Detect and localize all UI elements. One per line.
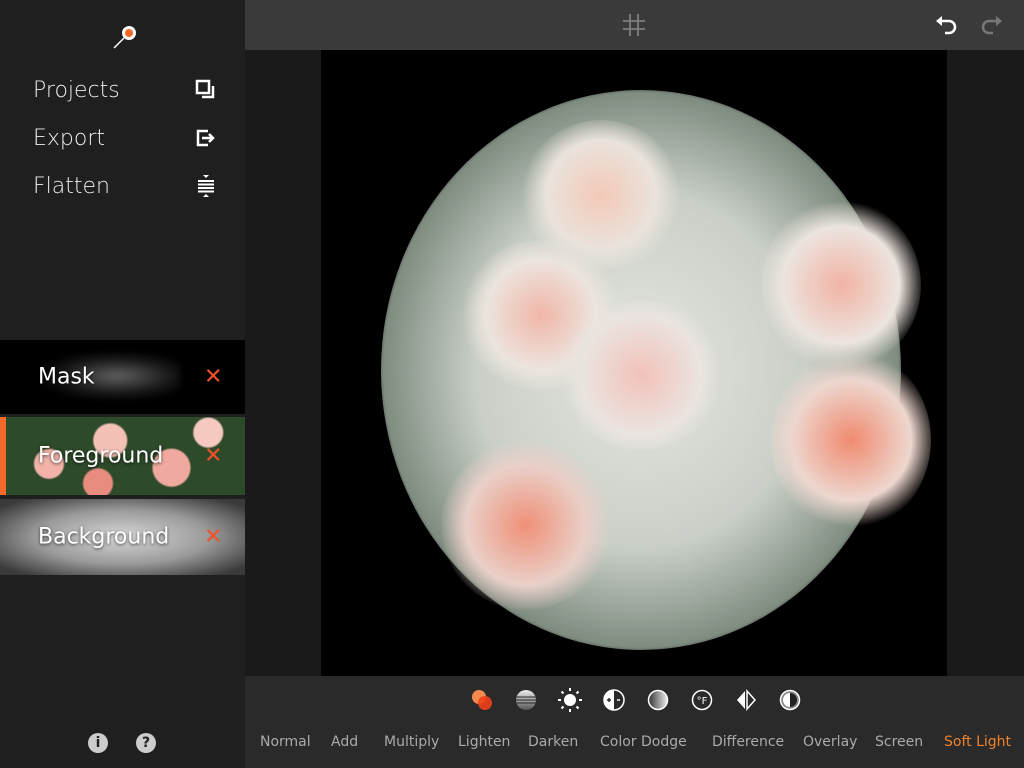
blend-icon[interactable]	[470, 688, 494, 712]
redo-icon[interactable]	[979, 12, 1005, 38]
projects-icon	[195, 79, 215, 99]
delete-layer-icon[interactable]: ✕	[204, 365, 222, 390]
export-icon	[196, 129, 215, 147]
flip-icon[interactable]	[734, 688, 758, 712]
blend-mode-color-dodge[interactable]: Color Dodge	[600, 734, 687, 750]
exposure-icon[interactable]	[602, 688, 626, 712]
layer-mask[interactable]: Mask ✕	[0, 340, 245, 414]
bottom-toolbar: °F Normal Add Multiply Lighten Darken Co…	[245, 676, 1024, 768]
blend-mode-overlay[interactable]: Overlay	[803, 734, 857, 750]
layer-background[interactable]: Background ✕	[0, 499, 245, 575]
flatten-icon	[198, 175, 214, 197]
menu-export[interactable]: Export	[33, 121, 218, 155]
layer-name: Mask	[38, 364, 95, 390]
top-toolbar	[245, 0, 1024, 50]
layer-foreground[interactable]: Foreground ✕	[0, 417, 245, 495]
gradient-icon[interactable]	[646, 688, 670, 712]
menu-label: Flatten	[33, 173, 110, 199]
menu-projects[interactable]: Projects	[33, 73, 218, 107]
layer-name: Foreground	[38, 443, 164, 469]
undo-icon[interactable]	[933, 12, 959, 38]
blend-mode-multiply[interactable]: Multiply	[384, 734, 439, 750]
logo-icon	[113, 26, 136, 49]
adjustment-tools: °F	[245, 688, 1024, 714]
blend-mode-difference[interactable]: Difference	[712, 734, 784, 750]
composite-image[interactable]	[321, 50, 947, 676]
delete-layer-icon[interactable]: ✕	[204, 444, 222, 469]
opacity-icon[interactable]	[514, 688, 538, 712]
canvas-area[interactable]	[245, 50, 1024, 676]
brightness-icon[interactable]	[558, 688, 582, 712]
blend-mode-add[interactable]: Add	[331, 734, 358, 750]
contrast-icon[interactable]	[778, 688, 802, 712]
delete-layer-icon[interactable]: ✕	[204, 525, 222, 550]
help-button[interactable]: ?	[136, 733, 156, 753]
info-button[interactable]: i	[88, 733, 108, 753]
selected-indicator	[0, 417, 6, 495]
grid-icon[interactable]	[621, 12, 647, 38]
temperature-icon[interactable]: °F	[690, 688, 714, 712]
layer-name: Background	[38, 524, 170, 550]
menu-label: Projects	[33, 77, 120, 103]
blend-mode-soft-light[interactable]: Soft Light	[944, 734, 1011, 750]
blend-modes: Normal Add Multiply Lighten Darken Color…	[245, 734, 1024, 754]
svg-text:°F: °F	[697, 696, 708, 707]
blend-mode-lighten[interactable]: Lighten	[458, 734, 510, 750]
menu-label: Export	[33, 125, 106, 151]
blend-mode-darken[interactable]: Darken	[528, 734, 578, 750]
menu-flatten[interactable]: Flatten	[33, 169, 218, 203]
blend-mode-screen[interactable]: Screen	[875, 734, 923, 750]
sidebar: Projects Export Flatten Mask ✕ Foregroun…	[0, 0, 245, 768]
blend-mode-normal[interactable]: Normal	[260, 734, 311, 750]
